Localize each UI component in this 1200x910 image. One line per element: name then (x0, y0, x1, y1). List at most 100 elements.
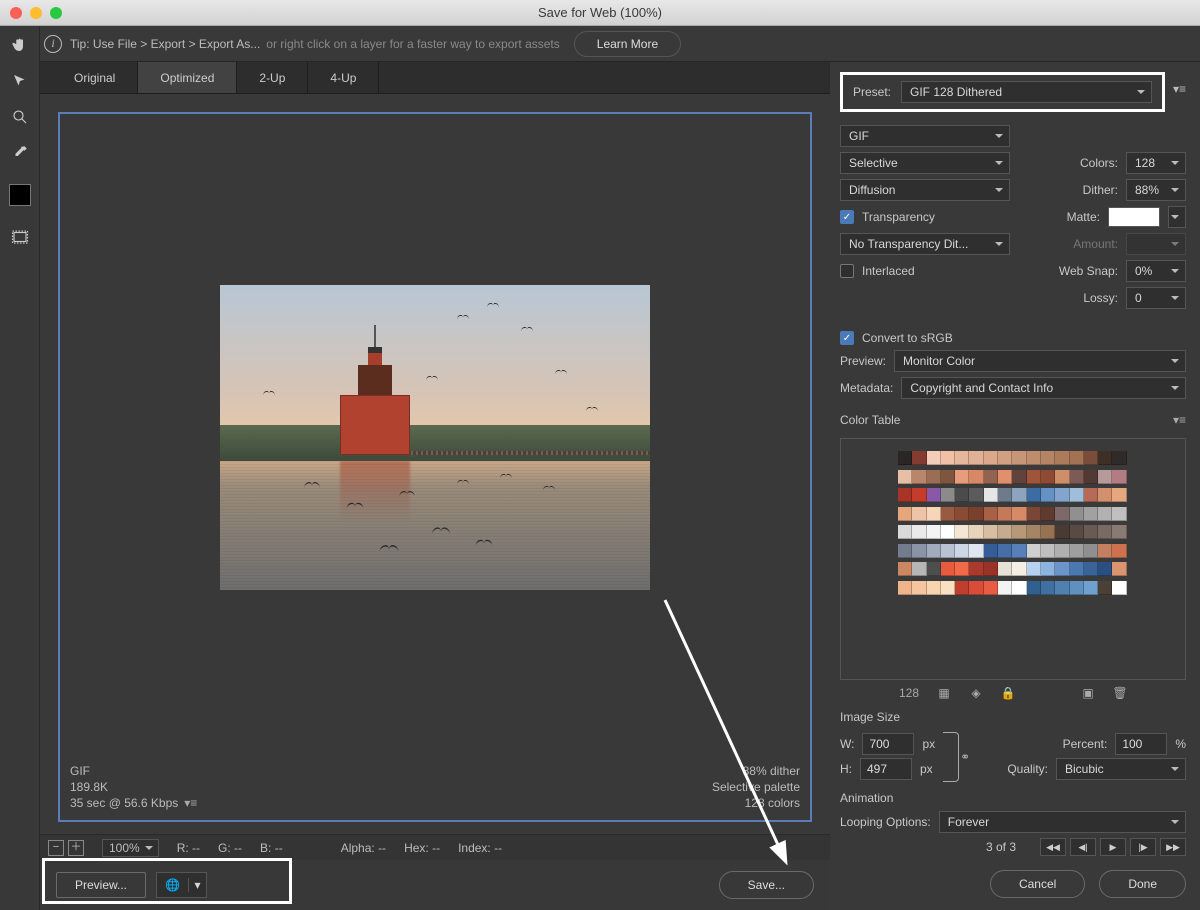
color-swatch[interactable] (1012, 470, 1026, 484)
color-reduction-select[interactable]: Selective (840, 152, 1010, 174)
color-swatch[interactable] (969, 525, 983, 539)
tab-4up[interactable]: 4-Up (308, 62, 379, 93)
first-frame-button[interactable]: ◀◀ (1040, 838, 1066, 856)
color-swatch[interactable] (1070, 544, 1084, 558)
color-swatch[interactable] (955, 562, 969, 576)
color-swatch[interactable] (1098, 488, 1112, 502)
color-swatch[interactable] (1012, 488, 1026, 502)
color-swatch[interactable] (1012, 451, 1026, 465)
cancel-button[interactable]: Cancel (990, 870, 1085, 898)
interlaced-checkbox[interactable] (840, 264, 854, 278)
color-swatch[interactable] (1027, 488, 1041, 502)
color-swatch[interactable] (898, 562, 912, 576)
color-swatch[interactable] (1098, 562, 1112, 576)
hand-tool[interactable] (7, 34, 33, 56)
color-swatch[interactable] (912, 581, 926, 595)
color-swatch[interactable] (927, 507, 941, 521)
color-swatch[interactable] (955, 451, 969, 465)
color-swatch[interactable] (912, 451, 926, 465)
preview-info-menu-icon[interactable]: ▾≡ (184, 796, 197, 810)
color-swatch[interactable] (927, 488, 941, 502)
ct-new-icon[interactable]: ▣ (1081, 686, 1095, 700)
color-swatch[interactable] (1112, 451, 1126, 465)
color-swatch[interactable] (1098, 470, 1112, 484)
color-swatch[interactable] (1055, 470, 1069, 484)
color-swatch[interactable] (1055, 562, 1069, 576)
color-swatch[interactable] (1084, 544, 1098, 558)
color-swatch[interactable] (941, 507, 955, 521)
preview-button[interactable]: Preview... (56, 872, 146, 898)
constrain-proportions-icon[interactable] (943, 732, 959, 782)
color-swatch[interactable] (998, 544, 1012, 558)
color-swatch[interactable] (1084, 451, 1098, 465)
loop-select[interactable]: Forever (939, 811, 1186, 833)
color-swatch[interactable] (898, 507, 912, 521)
color-swatch[interactable] (969, 544, 983, 558)
color-swatch[interactable] (912, 525, 926, 539)
color-swatch[interactable] (912, 544, 926, 558)
tab-original[interactable]: Original (52, 62, 138, 93)
color-swatch[interactable] (1084, 470, 1098, 484)
color-swatch[interactable] (1012, 525, 1026, 539)
tab-2up[interactable]: 2-Up (237, 62, 308, 93)
color-swatch[interactable] (1041, 451, 1055, 465)
color-swatch[interactable] (927, 470, 941, 484)
color-swatch[interactable] (1084, 507, 1098, 521)
color-swatch[interactable] (984, 581, 998, 595)
color-swatch[interactable] (1070, 562, 1084, 576)
color-swatch[interactable] (1084, 581, 1098, 595)
color-swatch[interactable] (927, 525, 941, 539)
metadata-select[interactable]: Copyright and Contact Info (901, 377, 1186, 399)
color-swatch[interactable] (1098, 544, 1112, 558)
play-button[interactable]: ▶ (1100, 838, 1126, 856)
color-swatch[interactable] (1041, 525, 1055, 539)
color-swatch[interactable] (955, 581, 969, 595)
color-swatch[interactable] (898, 451, 912, 465)
color-swatch[interactable] (969, 451, 983, 465)
color-swatch[interactable] (969, 488, 983, 502)
color-swatch[interactable] (998, 507, 1012, 521)
colors-select[interactable]: 128 (1126, 152, 1186, 174)
color-swatch[interactable] (984, 507, 998, 521)
color-swatch[interactable] (984, 451, 998, 465)
color-swatch[interactable] (1084, 525, 1098, 539)
color-swatch[interactable] (1070, 581, 1084, 595)
color-swatch[interactable] (1098, 507, 1112, 521)
color-swatch[interactable] (1012, 544, 1026, 558)
color-swatch[interactable] (998, 562, 1012, 576)
quality-select[interactable]: Bicubic (1056, 758, 1186, 780)
color-swatch[interactable] (984, 525, 998, 539)
color-swatch[interactable] (1070, 470, 1084, 484)
color-swatch[interactable] (927, 451, 941, 465)
color-swatch[interactable] (1027, 562, 1041, 576)
color-swatch[interactable] (955, 470, 969, 484)
color-swatch[interactable] (1070, 488, 1084, 502)
color-swatch[interactable] (1012, 562, 1026, 576)
color-swatch[interactable] (927, 581, 941, 595)
color-swatch[interactable] (941, 525, 955, 539)
toggle-slices-visibility[interactable] (7, 226, 33, 248)
color-swatch[interactable] (998, 470, 1012, 484)
tab-optimized[interactable]: Optimized (138, 62, 237, 93)
color-table-menu-icon[interactable]: ▾≡ (1173, 413, 1186, 427)
color-swatch[interactable] (969, 562, 983, 576)
color-swatch[interactable] (898, 470, 912, 484)
optimize-menu-icon[interactable]: ▾≡ (1173, 72, 1186, 96)
color-swatch[interactable] (1041, 544, 1055, 558)
ct-cube-icon[interactable]: ◈ (969, 686, 983, 700)
ct-snap-icon[interactable]: ▦ (937, 686, 951, 700)
learn-more-button[interactable]: Learn More (574, 31, 681, 57)
color-swatch[interactable] (955, 507, 969, 521)
color-swatch[interactable] (1112, 488, 1126, 502)
zoom-select[interactable]: 100% (102, 839, 159, 857)
color-swatch[interactable] (1084, 488, 1098, 502)
color-swatch[interactable] (912, 470, 926, 484)
color-swatch[interactable] (1112, 507, 1126, 521)
color-swatch[interactable] (912, 562, 926, 576)
zoom-out-button[interactable]: − (48, 840, 64, 856)
color-swatch[interactable] (1070, 525, 1084, 539)
color-swatch[interactable] (941, 562, 955, 576)
color-swatch[interactable] (1041, 488, 1055, 502)
format-select[interactable]: GIF (840, 125, 1010, 147)
color-table[interactable] (840, 438, 1186, 680)
